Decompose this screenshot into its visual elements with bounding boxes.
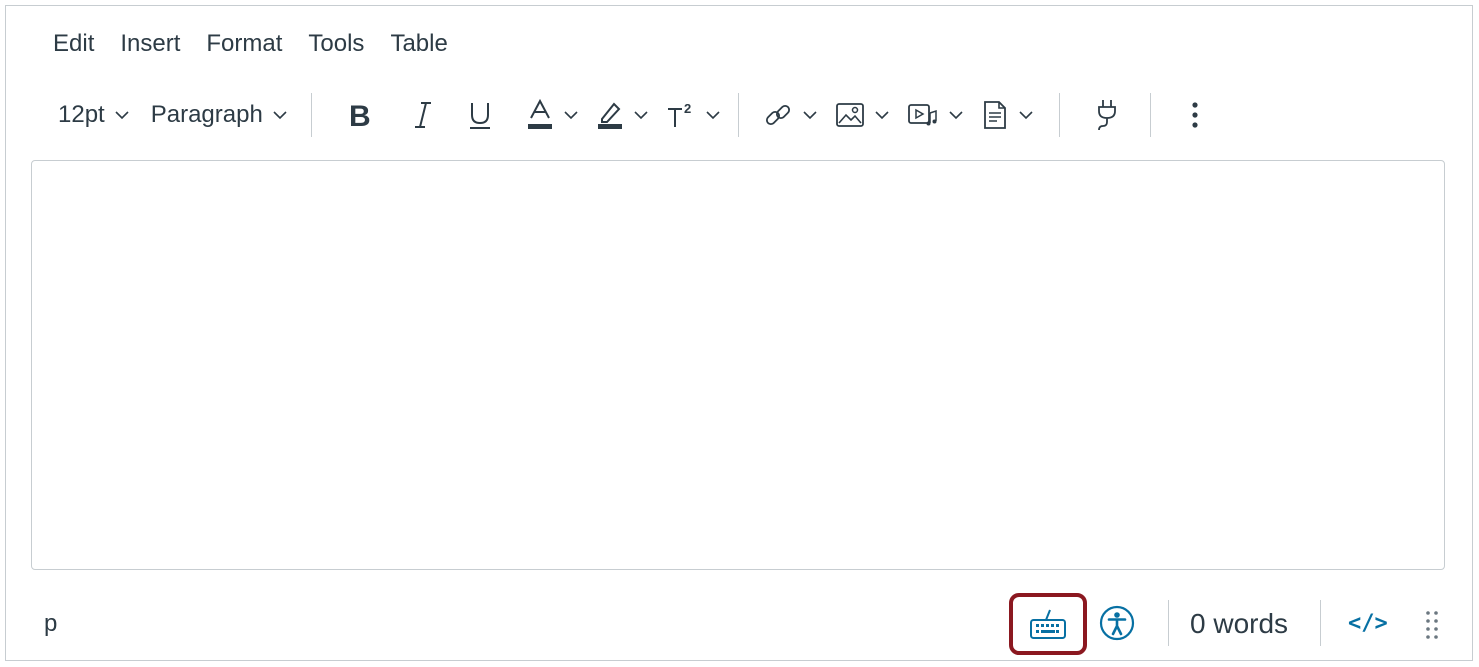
chevron-down-icon xyxy=(871,105,893,125)
html-editor-toggle[interactable]: </> xyxy=(1348,608,1388,640)
word-count[interactable]: 0 words xyxy=(1190,604,1288,644)
chevron-down-icon xyxy=(111,105,133,125)
keyboard-shortcuts-button[interactable] xyxy=(1009,593,1087,655)
toolbar-divider xyxy=(1058,93,1060,137)
bold-icon: B xyxy=(349,100,371,130)
superscript-button[interactable]: 2 xyxy=(666,90,724,140)
font-size-dropdown[interactable]: 12pt xyxy=(58,90,133,140)
chevron-down-icon xyxy=(560,105,582,125)
accessibility-checker-button[interactable] xyxy=(1099,605,1135,641)
underline-button[interactable] xyxy=(466,90,494,140)
media-button[interactable] xyxy=(907,90,967,140)
chevron-down-icon xyxy=(1015,105,1037,125)
menu-tools[interactable]: Tools xyxy=(295,26,377,62)
menu-table[interactable]: Table xyxy=(377,26,460,62)
svg-text:B: B xyxy=(349,100,371,130)
menu-edit[interactable]: Edit xyxy=(40,26,107,62)
text-color-icon xyxy=(527,99,552,129)
toolbar-divider xyxy=(737,93,739,137)
chevron-down-icon xyxy=(799,105,821,125)
font-size-value: 12pt xyxy=(58,101,105,128)
link-icon xyxy=(765,104,790,126)
toolbar-divider xyxy=(310,93,312,137)
chevron-down-icon xyxy=(630,105,652,125)
background-color-button[interactable] xyxy=(596,90,652,140)
italic-icon xyxy=(414,102,431,128)
media-icon xyxy=(907,104,937,126)
chevron-down-icon xyxy=(702,105,724,125)
keyboard-icon xyxy=(1030,609,1066,639)
link-button[interactable] xyxy=(763,90,821,140)
plug-icon xyxy=(1097,100,1116,131)
chevron-down-icon xyxy=(945,105,967,125)
italic-button[interactable] xyxy=(410,90,436,140)
underline-icon xyxy=(469,103,490,129)
apps-button[interactable] xyxy=(1090,90,1124,140)
more-button[interactable] xyxy=(1187,90,1203,140)
statusbar-divider xyxy=(1168,600,1169,646)
block-format-value: Paragraph xyxy=(150,101,263,128)
document-button[interactable] xyxy=(981,90,1037,140)
highlight-icon xyxy=(597,102,622,129)
accessibility-icon xyxy=(1099,605,1135,641)
superscript-icon: 2 xyxy=(667,101,691,127)
document-icon xyxy=(983,101,1006,129)
image-button[interactable] xyxy=(835,90,893,140)
svg-text:2: 2 xyxy=(684,101,691,116)
more-vertical-icon xyxy=(1192,102,1198,128)
text-color-button[interactable] xyxy=(526,90,582,140)
statusbar-divider xyxy=(1320,600,1321,646)
resize-handle[interactable] xyxy=(1424,609,1440,641)
block-format-dropdown[interactable]: Paragraph xyxy=(151,90,291,140)
bold-button[interactable]: B xyxy=(346,90,376,140)
menu-format[interactable]: Format xyxy=(193,26,295,62)
toolbar-divider xyxy=(1149,93,1151,137)
toolbar: 12pt Paragraph B 2 xyxy=(42,90,1203,140)
image-icon xyxy=(835,103,864,127)
menubar: Edit Insert Format Tools Table xyxy=(40,26,461,62)
editor-content-area[interactable] xyxy=(31,160,1445,570)
element-path[interactable]: p xyxy=(44,604,57,644)
chevron-down-icon xyxy=(269,105,291,125)
menu-insert[interactable]: Insert xyxy=(107,26,193,62)
resize-grip-icon xyxy=(1426,611,1438,639)
